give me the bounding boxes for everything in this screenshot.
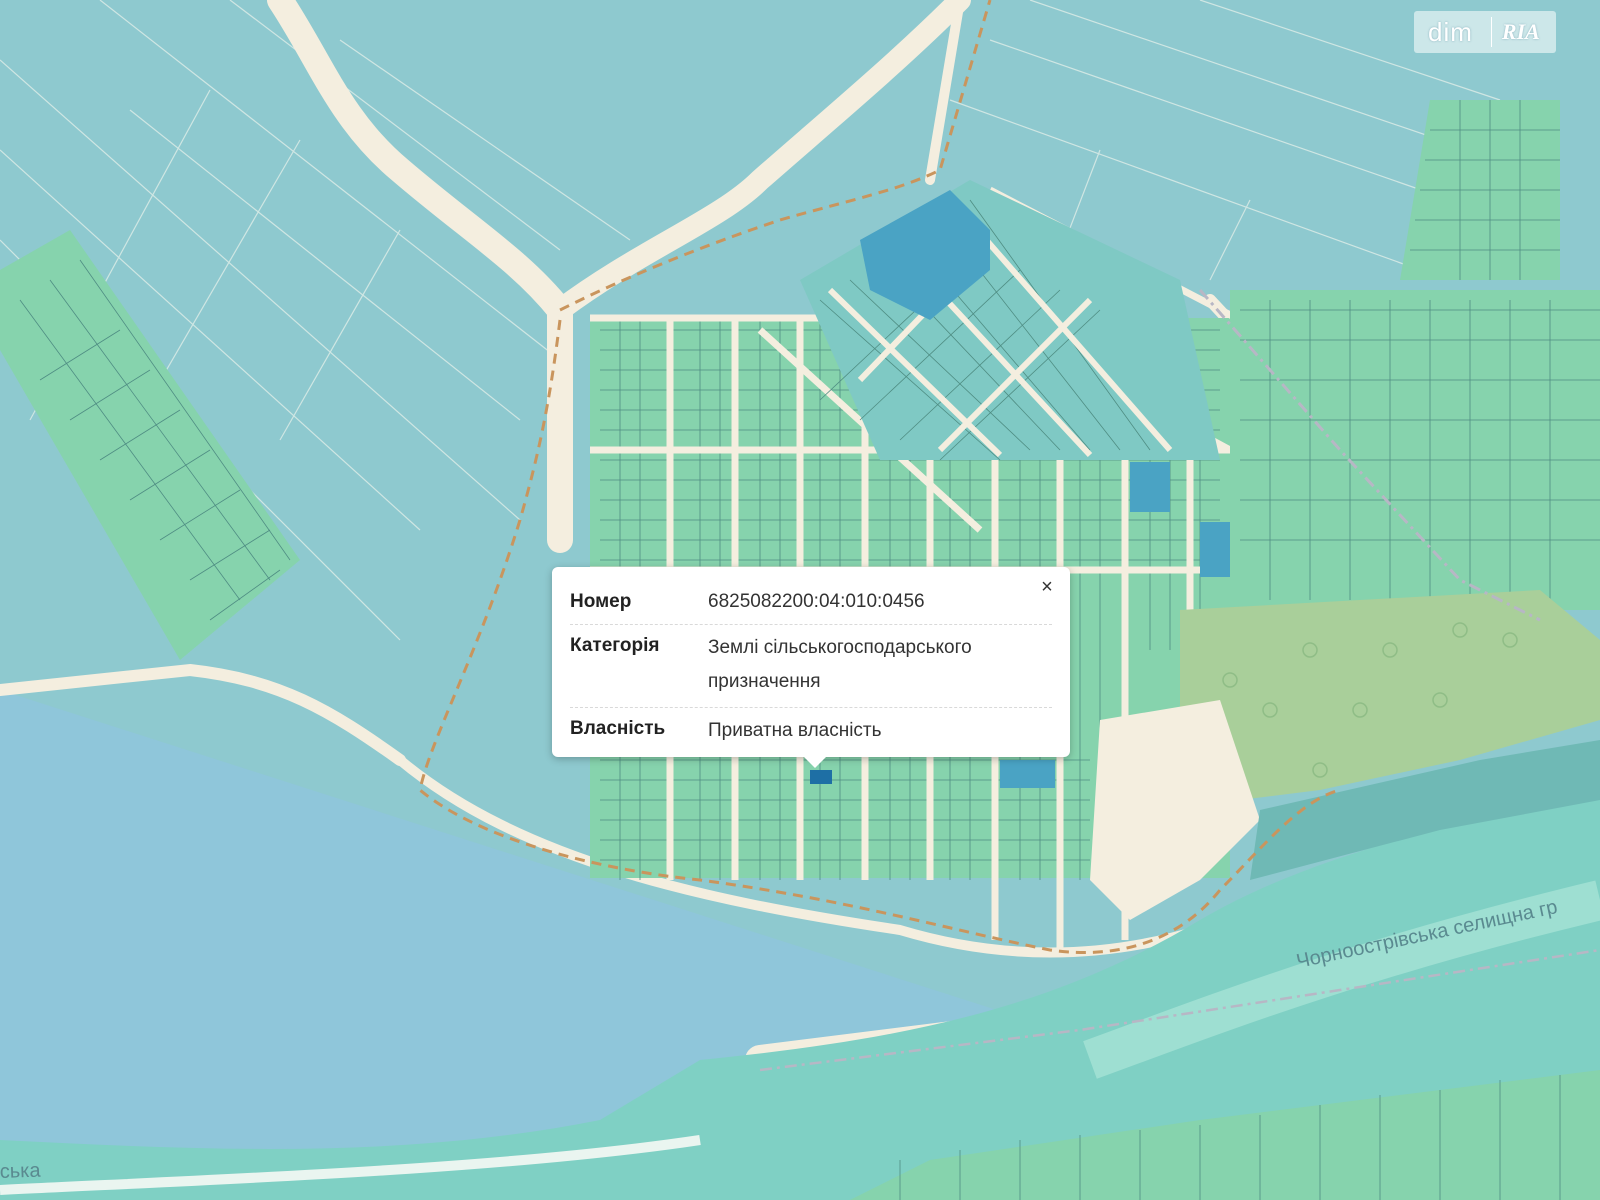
close-icon[interactable]: × [1036,576,1058,598]
parcel-info-popup: × Номер 6825082200:04:010:0456 Категорія… [552,567,1070,768]
popup-key-category: Категорія [570,635,660,656]
logo-dim-text: dim [1428,16,1473,47]
logo-ria-text: RIA [1501,19,1540,44]
popup-key-number: Номер [570,591,632,612]
dark-parcel-south [1000,760,1055,788]
dimria-logo: dim RIA [1414,11,1556,53]
logo-divider [1490,17,1492,47]
popup-row-number: Номер 6825082200:04:010:0456 [570,581,1052,625]
popup-value-category: Землі сільськогосподарського призначення [708,637,972,692]
river-name-label: ська [0,1160,42,1183]
popup-row-ownership: Власність Приватна власність [570,708,1052,756]
popup-value-ownership: Приватна власність [708,720,882,741]
east-village [1230,290,1600,610]
popup-value-number: 6825082200:04:010:0456 [708,591,925,612]
popup-key-ownership: Власність [570,718,666,739]
popup-row-category: Категорія Землі сільськогосподарського п… [570,625,1052,708]
selected-parcel [810,770,832,784]
dark-parcel-small [1130,462,1170,512]
